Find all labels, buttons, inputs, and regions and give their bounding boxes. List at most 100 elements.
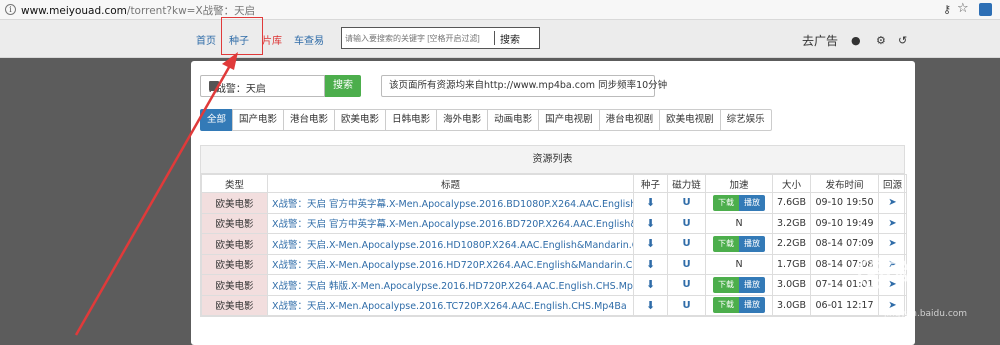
header-search: 搜索: [341, 27, 540, 49]
torrent-download-icon[interactable]: ⬇: [633, 212, 668, 234]
tab-overseas-movie[interactable]: 海外电影: [436, 109, 489, 131]
resource-table: 资源列表 类型 标题 种子 磁力链 加速 大小 发布时间 回源 欧美电影 X战警…: [200, 145, 907, 317]
row-type: 欧美电影: [201, 192, 268, 214]
play-button[interactable]: 播放: [739, 297, 765, 314]
torrent-download-icon[interactable]: ⬇: [633, 294, 668, 316]
download-button[interactable]: 下载: [713, 194, 739, 211]
row-type: 欧美电影: [201, 253, 268, 275]
send-icon[interactable]: ➤: [878, 233, 907, 255]
nav-car[interactable]: 车查易: [294, 32, 324, 47]
col-torrent: 种子: [633, 174, 668, 193]
key-icon[interactable]: ⚷: [943, 3, 951, 16]
send-icon[interactable]: ➤: [878, 212, 907, 234]
keyboard-icon[interactable]: [209, 81, 219, 91]
accel-buttons: 下载 播放: [705, 274, 773, 296]
magnet-icon[interactable]: U: [667, 192, 706, 214]
accel-none: N: [705, 253, 773, 275]
torrent-download-icon[interactable]: ⬇: [633, 192, 668, 214]
accel-none: N: [705, 212, 773, 234]
source-notice: 该页面所有资源均来自http://www.mp4ba.com 同步频率10分钟: [381, 75, 667, 97]
row-title-link[interactable]: X战警：天启.X-Men.Apocalypse.2016.HD1080P.X26…: [267, 233, 634, 255]
accel-buttons: 下载 播放: [705, 233, 773, 255]
torrent-download-icon[interactable]: ⬇: [633, 274, 668, 296]
bookmark-star-icon[interactable]: ☆: [957, 1, 969, 16]
remove-ads-link[interactable]: 去广告: [802, 32, 838, 49]
gear-icon[interactable]: ⚙: [876, 34, 886, 47]
table-row: 欧美电影 X战警：天启.X-Men.Apocalypse.2016.TC720P…: [201, 294, 907, 316]
play-button[interactable]: 播放: [739, 276, 765, 293]
row-title-link[interactable]: X战警：天启 韩版.X-Men.Apocalypse.2016.HD720P.X…: [267, 274, 634, 296]
row-size: 2.2GB: [772, 233, 811, 255]
history-icon[interactable]: ↺: [898, 34, 907, 47]
keyword-input[interactable]: X战警：天启: [200, 75, 325, 97]
row-type: 欧美电影: [201, 212, 268, 234]
user-icon[interactable]: ●: [851, 34, 861, 47]
send-icon[interactable]: ➤: [878, 192, 907, 214]
row-type: 欧美电影: [201, 294, 268, 316]
tab-domestic-tv[interactable]: 国产电视剧: [538, 109, 600, 131]
row-time: 09-10 19:50: [810, 192, 879, 214]
col-size: 大小: [772, 174, 811, 193]
torrent-download-icon[interactable]: ⬇: [633, 253, 668, 275]
magnet-icon[interactable]: U: [667, 212, 706, 234]
tab-animation-movie[interactable]: 动画电影: [487, 109, 540, 131]
table-title: 资源列表: [201, 146, 904, 174]
table-row: 欧美电影 X战警：天启.X-Men.Apocalypse.2016.HD1080…: [201, 233, 907, 255]
extension-icon[interactable]: [979, 3, 992, 16]
magnet-icon[interactable]: U: [667, 253, 706, 275]
tab-western-tv[interactable]: 欧美电视剧: [659, 109, 721, 131]
url-host: www.meiyouad.com: [21, 5, 127, 17]
url-path: /torrent?kw=X战警：天启: [126, 5, 256, 17]
panel-search-button[interactable]: 搜索: [325, 75, 361, 97]
tab-hk-tw-movie[interactable]: 港台电影: [283, 109, 336, 131]
watermark-subtext: jingyan.baidu.com: [884, 309, 968, 319]
search-separator: [494, 31, 495, 45]
address-bar[interactable]: i www.meiyouad.com/torrent?kw=X战警：天启 ⚷ ☆: [0, 0, 1000, 20]
row-title-link[interactable]: X战警：天启 官方中英字幕.X-Men.Apocalypse.2016.BD72…: [267, 212, 634, 234]
tab-jp-kr-movie[interactable]: 日韩电影: [385, 109, 438, 131]
col-time: 发布时间: [810, 174, 879, 193]
watermark-text: 经验: [867, 261, 912, 286]
play-button[interactable]: 播放: [739, 194, 765, 211]
magnet-icon[interactable]: U: [667, 233, 706, 255]
tab-domestic-movie[interactable]: 国产电影: [232, 109, 285, 131]
header-search-button[interactable]: 搜索: [500, 31, 520, 46]
header-search-input[interactable]: [345, 31, 495, 45]
download-button[interactable]: 下载: [713, 276, 739, 293]
row-size: 3.0GB: [772, 274, 811, 296]
row-type: 欧美电影: [201, 233, 268, 255]
col-title: 标题: [267, 174, 634, 193]
magnet-icon[interactable]: U: [667, 274, 706, 296]
table-row: 欧美电影 X战警：天启 官方中英字幕.X-Men.Apocalypse.2016…: [201, 192, 907, 214]
nav-home[interactable]: 首页: [196, 32, 216, 47]
play-button[interactable]: 播放: [739, 235, 765, 252]
tab-western-movie[interactable]: 欧美电影: [334, 109, 387, 131]
annotation-highlight-box: [221, 17, 263, 55]
col-type: 类型: [201, 174, 268, 193]
tab-hk-tw-tv[interactable]: 港台电视剧: [598, 109, 661, 131]
nav-library[interactable]: 片库: [262, 32, 282, 47]
col-source: 回源: [878, 174, 907, 193]
info-icon[interactable]: i: [5, 4, 16, 15]
table-row: 欧美电影 X战警：天启 韩版.X-Men.Apocalypse.2016.HD7…: [201, 274, 907, 296]
torrent-download-icon[interactable]: ⬇: [633, 233, 668, 255]
row-title-link[interactable]: X战警：天启.X-Men.Apocalypse.2016.TC720P.X264…: [267, 294, 634, 316]
download-button[interactable]: 下载: [713, 297, 739, 314]
url-text[interactable]: www.meiyouad.com/torrent?kw=X战警：天启: [21, 3, 255, 18]
row-title-link[interactable]: X战警：天启.X-Men.Apocalypse.2016.HD720P.X264…: [267, 253, 634, 275]
row-title-link[interactable]: X战警：天启 官方中英字幕.X-Men.Apocalypse.2016.BD10…: [267, 192, 634, 214]
tab-all[interactable]: 全部: [200, 109, 234, 131]
tab-variety[interactable]: 综艺娱乐: [719, 109, 772, 131]
row-size: 7.6GB: [772, 192, 811, 214]
row-time: 09-10 19:49: [810, 212, 879, 234]
row-size: 3.2GB: [772, 212, 811, 234]
row-type: 欧美电影: [201, 274, 268, 296]
row-size: 1.7GB: [772, 253, 811, 275]
download-button[interactable]: 下载: [713, 235, 739, 252]
magnet-icon[interactable]: U: [667, 294, 706, 316]
col-accel: 加速: [705, 174, 773, 193]
row-size: 3.0GB: [772, 294, 811, 316]
accel-buttons: 下载 播放: [705, 294, 773, 316]
row-time: 06-01 12:17: [810, 294, 879, 316]
table-row: 欧美电影 X战警：天启.X-Men.Apocalypse.2016.HD720P…: [201, 253, 907, 275]
